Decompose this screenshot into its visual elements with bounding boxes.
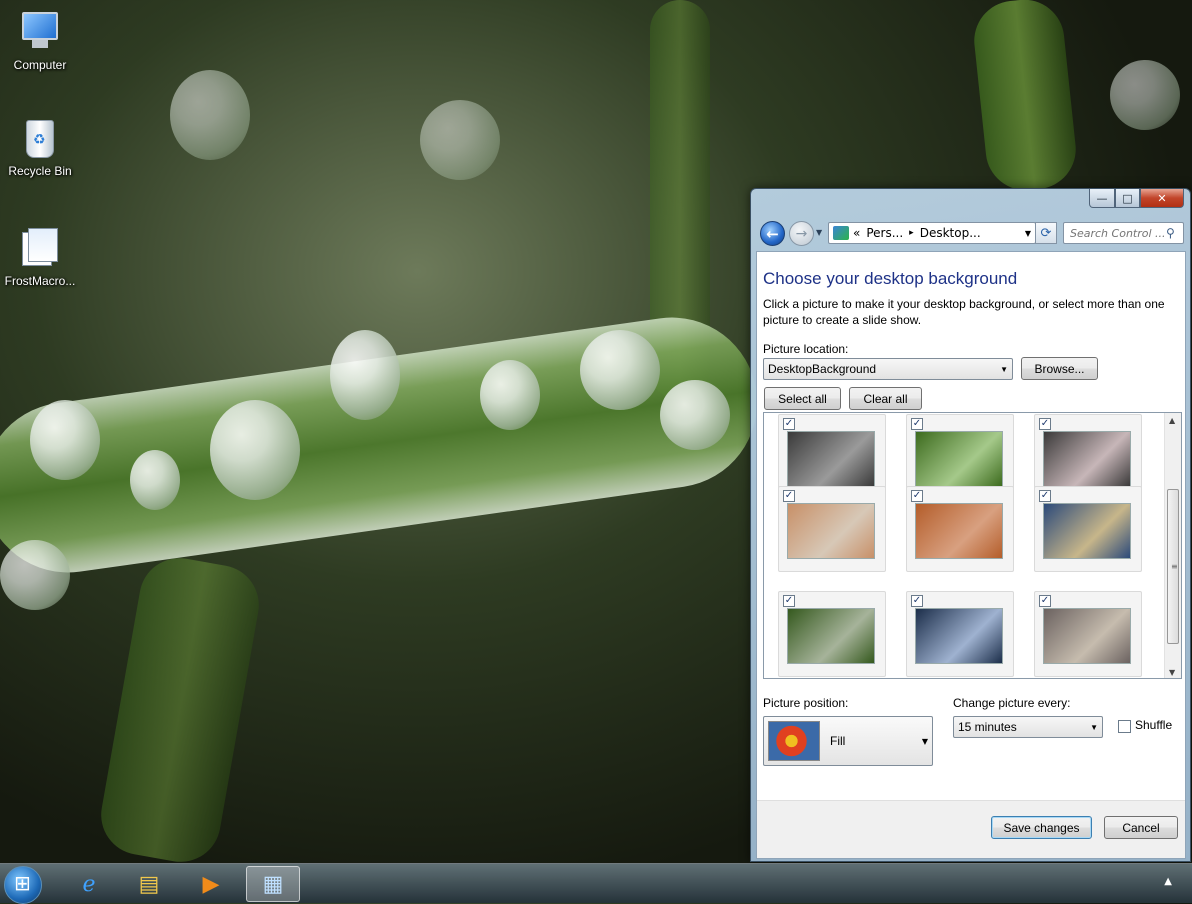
content-pane: Choose your desktop background Click a p… [756,251,1186,859]
taskbar: ℯ ▤ ▶ ▦ ▲ [0,863,1192,904]
show-hidden-icons-icon[interactable]: ▲ [1164,876,1172,887]
window-controls: — □ ✕ [1089,189,1184,208]
thumbnail-image [915,431,1003,487]
breadcrumb-separator[interactable]: ▸ [909,228,914,238]
picture-location-label: Picture location: [763,342,849,356]
picture-location-dropdown[interactable]: DesktopBackground ▼ [763,358,1013,380]
background-thumbnail[interactable]: ✓ [778,486,886,572]
desktop-icon-label: Recycle Bin [8,164,72,178]
desktop-icon-frostmacro[interactable]: FrostMacro... [0,226,80,288]
scroll-thumb[interactable]: ≡ [1167,489,1179,644]
computer-icon [18,10,62,54]
background-thumbnail[interactable]: ✓ [906,486,1014,572]
background-thumbnail[interactable]: ✓ [778,591,886,677]
address-dropdown-icon[interactable]: ▼ [1025,229,1031,238]
refresh-icon[interactable]: ⟳ [1035,222,1057,244]
media-player-icon[interactable]: ▶ [184,866,238,902]
picture-location-value: DesktopBackground [768,362,877,376]
change-interval-label: Change picture every: [953,696,1071,710]
picture-position-label: Picture position: [763,696,849,710]
page-description: Click a picture to make it your desktop … [763,297,1165,327]
personalization-window: — □ ✕ ← → ▼ « Pers... ▸ Desktop... ▼ ⟳ ⚲… [750,188,1191,862]
scroll-down-icon[interactable]: ▼ [1169,668,1175,677]
breadcrumb-desktop-background[interactable]: Desktop... [920,226,981,240]
thumbnail-checkbox[interactable]: ✓ [1039,418,1051,430]
background-gallery: ▲ ≡ ▼ ✓ ✓ ✓ ✓ ✓ ✓ ✓ ✓ ✓ [763,412,1182,679]
browse-button[interactable]: Browse... [1021,357,1098,380]
control-panel-icon [833,226,849,240]
background-thumbnail[interactable]: ✓ [1034,486,1142,572]
recycle-bin-icon [18,116,62,160]
select-all-button[interactable]: Select all [764,387,841,410]
clear-all-button[interactable]: Clear all [849,387,922,410]
dialog-footer: Save changes Cancel [757,800,1185,858]
navigation-bar: ← → ▼ « Pers... ▸ Desktop... ▼ ⟳ ⚲ [758,219,1186,247]
thumbnail-image [787,503,875,559]
background-thumbnail[interactable]: ✓ [1034,591,1142,677]
thumbnail-image [1043,431,1131,487]
chevron-down-icon: ▼ [921,736,928,746]
internet-explorer-icon[interactable]: ℯ [62,866,116,902]
picture-position-dropdown[interactable]: Fill ▼ [763,716,933,766]
control-panel-icon[interactable]: ▦ [246,866,300,902]
thumbnail-checkbox[interactable]: ✓ [911,418,923,430]
thumbnail-image [915,503,1003,559]
thumbnail-checkbox[interactable]: ✓ [1039,595,1051,607]
address-bar[interactable]: « Pers... ▸ Desktop... ▼ [828,222,1036,244]
shuffle-checkbox[interactable] [1118,720,1131,733]
search-box: ⚲ [1063,222,1184,244]
desktop-icon-label: FrostMacro... [4,274,76,288]
recent-pages-dropdown[interactable]: ▼ [816,228,822,237]
change-interval-value: 15 minutes [958,720,1017,734]
cancel-button[interactable]: Cancel [1104,816,1178,839]
chevron-down-icon: ▼ [1000,364,1008,374]
windows-start-orb-icon[interactable] [4,866,42,904]
thumbnail-checkbox[interactable]: ✓ [1039,490,1051,502]
maximize-button[interactable]: □ [1115,189,1140,208]
breadcrumb-overflow[interactable]: « [853,226,860,240]
change-interval-dropdown[interactable]: 15 minutes ▼ [953,716,1103,738]
windows-explorer-icon[interactable]: ▤ [122,866,176,902]
thumbnail-image [1043,503,1131,559]
background-thumbnail[interactable]: ✓ [906,591,1014,677]
chevron-down-icon: ▼ [1090,722,1098,732]
forward-arrow-icon[interactable]: → [789,221,814,246]
search-icon[interactable]: ⚲ [1166,226,1175,240]
minimize-button[interactable]: — [1089,189,1115,208]
thumbnail-checkbox[interactable]: ✓ [783,490,795,502]
document-icon [18,226,62,270]
page-title: Choose your desktop background [763,269,1018,288]
desktop-icon-recycle-bin[interactable]: Recycle Bin [0,116,80,178]
scroll-up-icon[interactable]: ▲ [1169,416,1175,425]
thumbnail-image [787,431,875,487]
thumbnail-checkbox[interactable]: ✓ [783,595,795,607]
thumbnail-image [787,608,875,664]
desktop-icon-label: Computer [13,58,67,72]
thumbnail-image [1043,608,1131,664]
desktop-icon-computer[interactable]: Computer [0,10,80,72]
thumbnail-checkbox[interactable]: ✓ [911,490,923,502]
close-button[interactable]: ✕ [1140,189,1184,208]
gallery-scrollbar[interactable]: ▲ ≡ ▼ [1164,413,1181,678]
shuffle-label[interactable]: Shuffle [1135,718,1172,732]
thumbnail-checkbox[interactable]: ✓ [783,418,795,430]
save-changes-button[interactable]: Save changes [991,816,1092,839]
picture-position-value: Fill [830,734,846,748]
thumbnail-image [915,608,1003,664]
picture-position-preview [768,721,820,761]
breadcrumb-personalization[interactable]: Pers... [866,226,903,240]
back-arrow-icon[interactable]: ← [760,221,785,246]
search-input[interactable] [1068,225,1166,241]
thumbnail-checkbox[interactable]: ✓ [911,595,923,607]
